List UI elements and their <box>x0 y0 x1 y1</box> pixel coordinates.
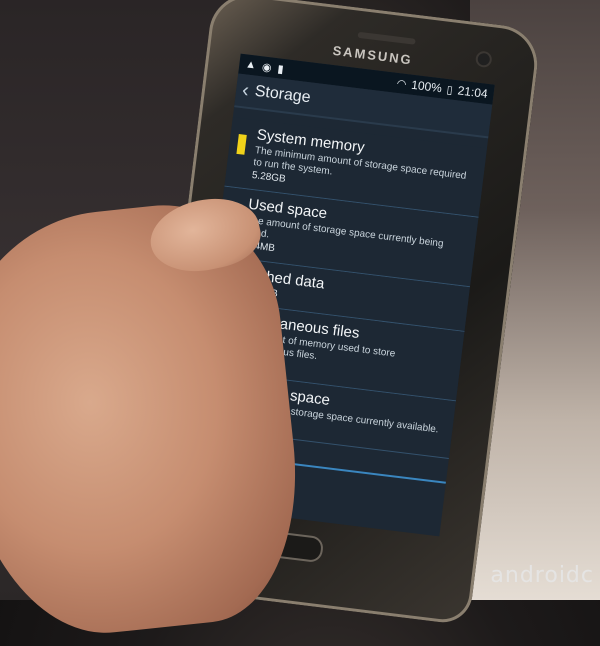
clipboard-icon: ▮ <box>276 62 285 76</box>
brand-logo: SAMSUNG <box>331 42 414 68</box>
wifi-icon: ◠ <box>396 77 408 91</box>
front-camera <box>477 52 491 66</box>
back-chevron-icon[interactable]: ‹ <box>241 79 250 103</box>
battery-icon: ▯ <box>446 83 454 97</box>
clock: 21:04 <box>456 83 489 101</box>
chat-icon: ◉ <box>261 60 273 74</box>
warning-icon: ▲ <box>244 57 258 72</box>
color-swatch <box>236 133 247 155</box>
status-notifications: ▲ ◉ ▮ <box>245 58 285 76</box>
page-title: Storage <box>253 82 312 107</box>
earpiece-speaker <box>357 31 416 45</box>
battery-level: 100% <box>410 77 443 96</box>
watermark: androidc <box>490 563 594 588</box>
